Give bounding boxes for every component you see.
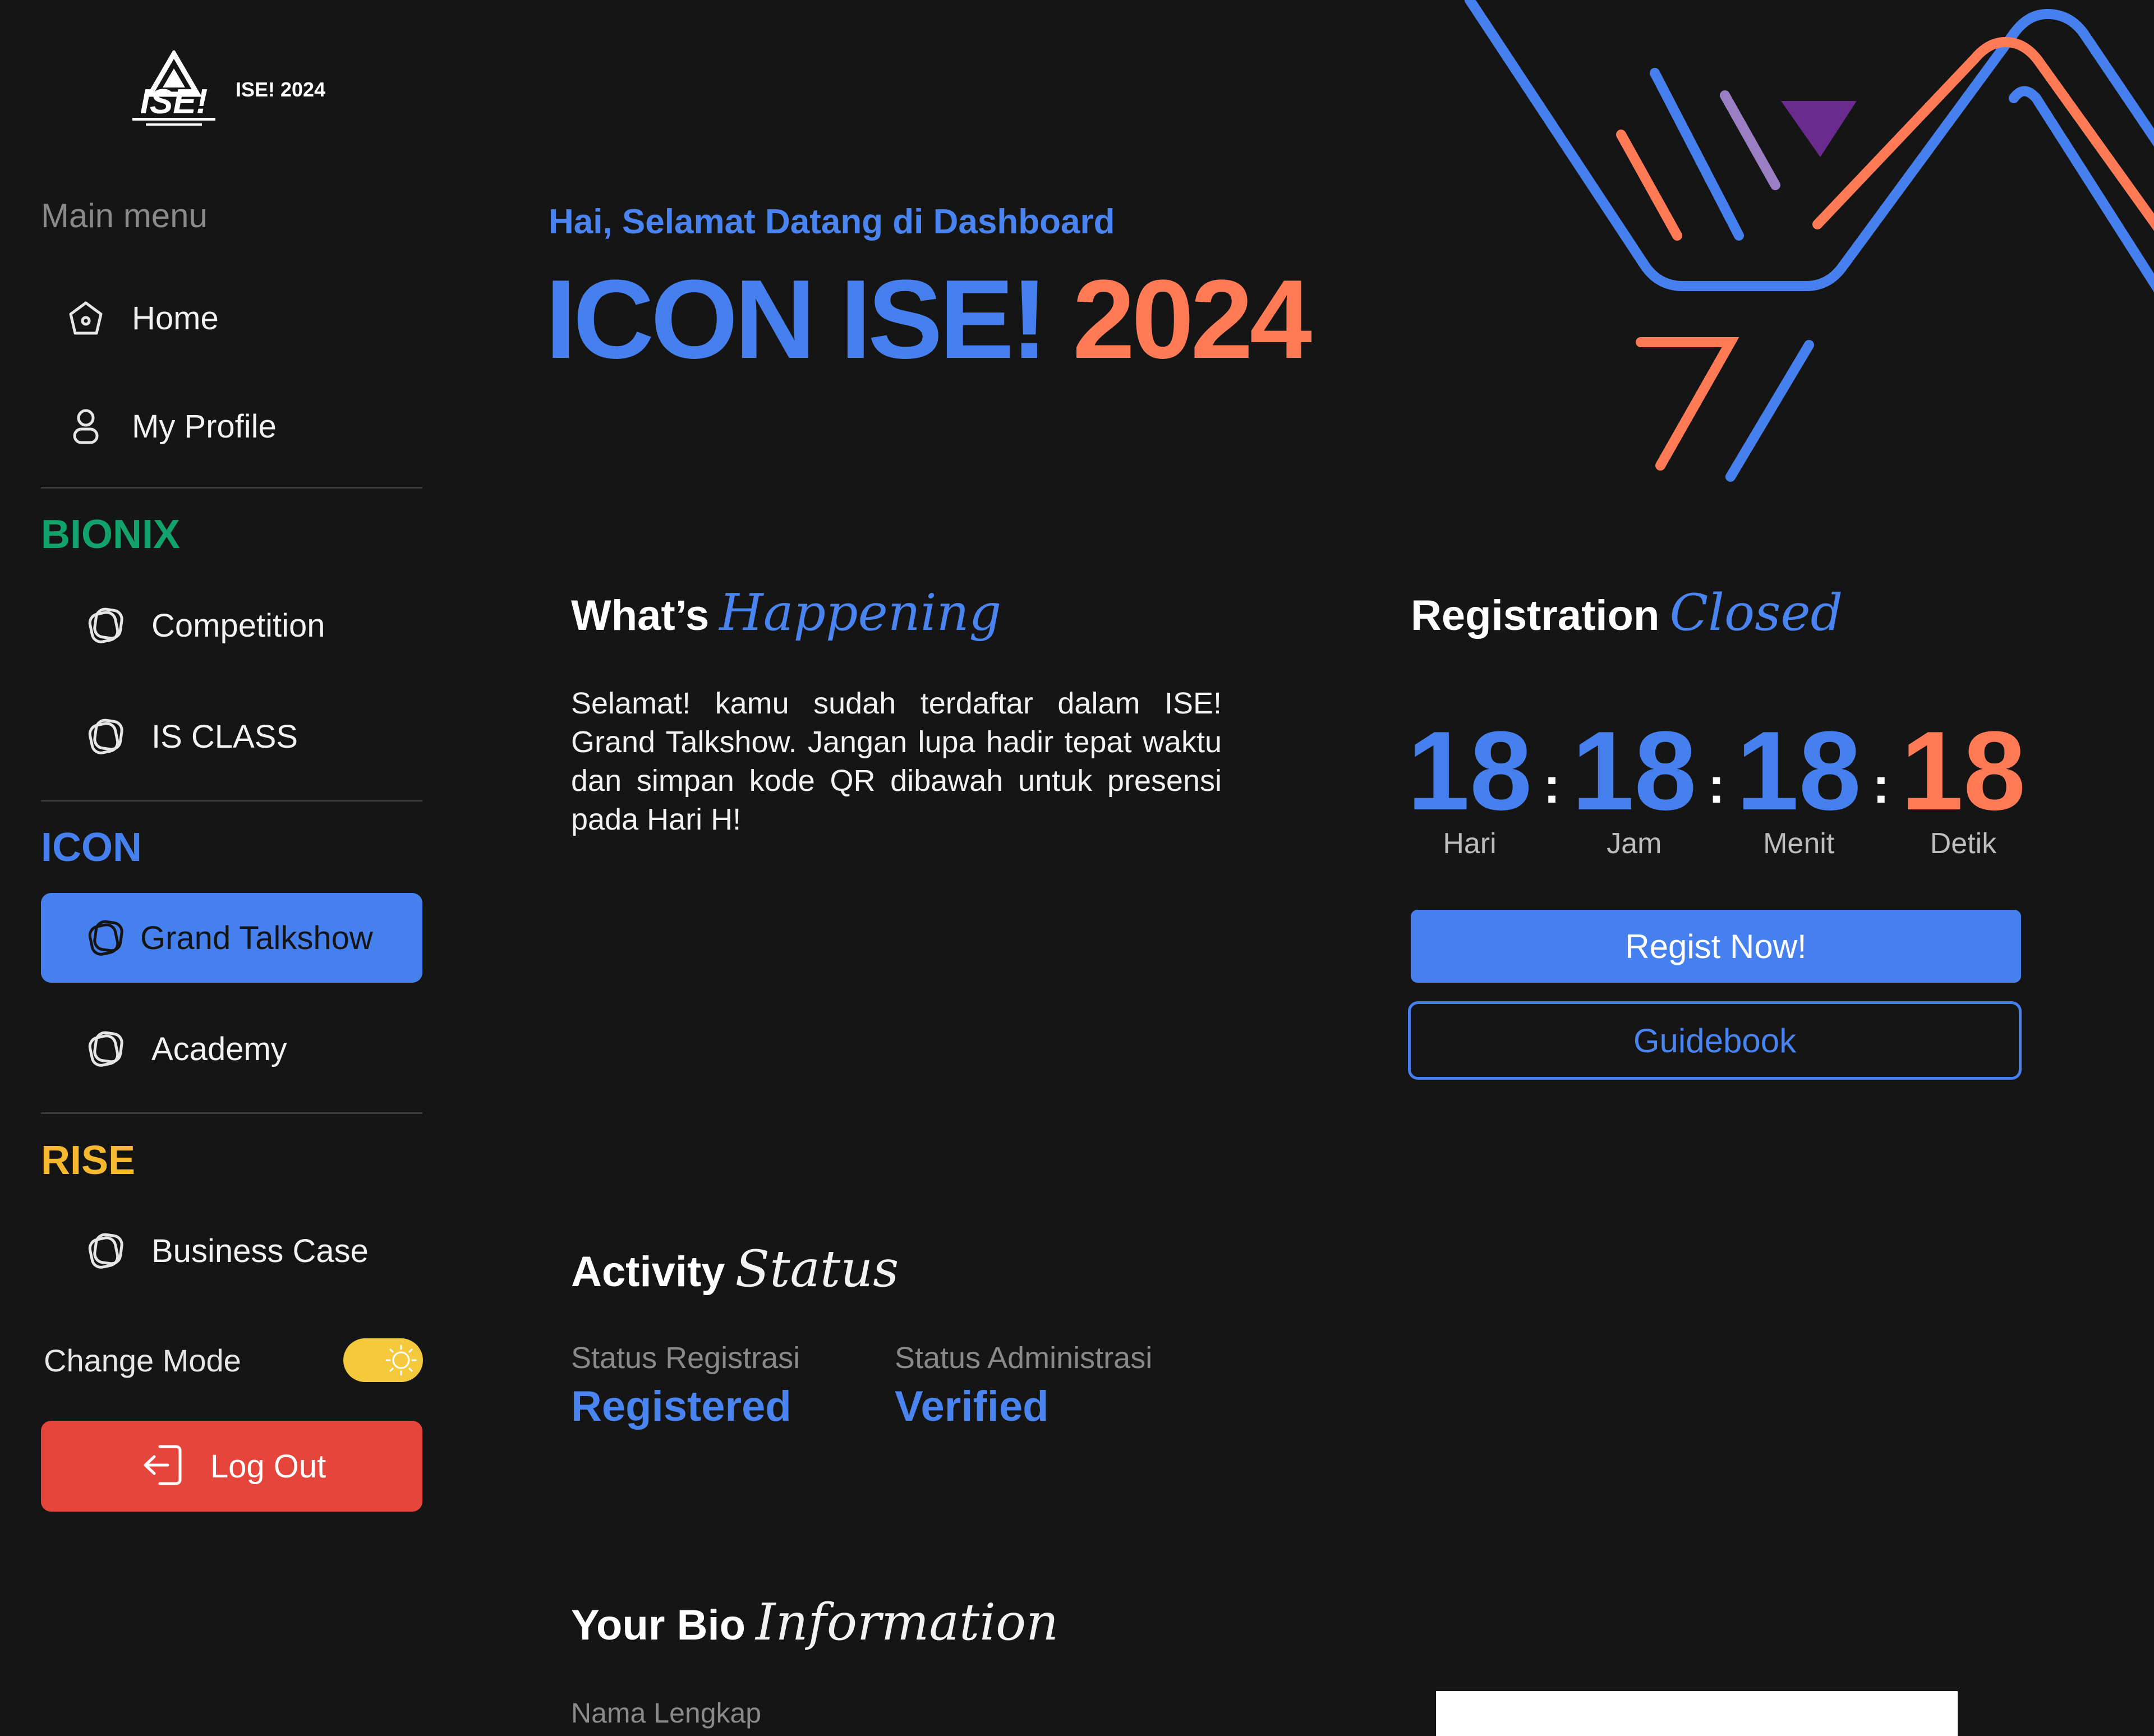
sun-icon (383, 1342, 420, 1379)
registration-heading-script: Closed (1669, 583, 1843, 642)
happening-description: Selamat! kamu sudah terdaftar dalam ISE!… (571, 687, 1222, 836)
countdown-seconds: 18 Detik (1901, 712, 2026, 860)
sidebar-divider (41, 800, 422, 802)
registration-heading: Registration Closed (1411, 583, 1843, 642)
registration-heading-plain: Registration (1411, 592, 1660, 639)
countdown-separator: : (1543, 758, 1561, 814)
bio-heading-script: Information (756, 1593, 1059, 1652)
countdown-hours: 18 Jam (1572, 708, 1697, 860)
group-title-rise: RISE (41, 1138, 136, 1183)
sidebar-divider (41, 1112, 422, 1114)
happening-heading-script: Happening (719, 583, 1002, 642)
sidebar-item-label: My Profile (132, 408, 277, 445)
app-logo[interactable]: ISE! ISE! 2024 (129, 49, 326, 129)
happening-heading-plain: What’s (571, 592, 710, 639)
sidebar-item-is-class[interactable]: IS CLASS (41, 692, 422, 781)
svg-text:ISE!: ISE! (140, 82, 208, 121)
group-title-icon: ICON (41, 825, 142, 870)
group-title-bionix: BIONIX (41, 512, 181, 557)
status-administrasi-label: Status Administrasi (895, 1341, 1153, 1375)
qr-code-card (1436, 1691, 1958, 1736)
sidebar-item-my-profile[interactable]: My Profile (41, 381, 422, 471)
regist-now-button[interactable]: Regist Now! (1411, 910, 2021, 983)
decorative-lines-graphic (1465, 0, 2154, 482)
sidebar-divider (41, 487, 422, 489)
sidebar-item-business-case[interactable]: Business Case (41, 1206, 422, 1296)
activity-heading: Activity Status (571, 1240, 899, 1298)
logout-button[interactable]: Log Out (41, 1421, 422, 1512)
page-title-main: ICON ISE! (545, 257, 1048, 382)
change-mode-row: Change Mode (44, 1335, 423, 1385)
cards-icon (83, 714, 128, 759)
sidebar-item-academy[interactable]: Academy (41, 1004, 422, 1094)
countdown-separator: : (1872, 758, 1890, 814)
logout-label: Log Out (210, 1448, 326, 1485)
countdown-label: Hari (1443, 827, 1497, 860)
sidebar-item-label: Business Case (151, 1232, 369, 1269)
change-mode-label: Change Mode (44, 1342, 241, 1378)
logo-text: ISE! 2024 (236, 78, 326, 101)
user-icon (63, 404, 108, 449)
countdown-value: 18 (1736, 708, 1861, 834)
countdown-value: 18 (1900, 708, 2026, 834)
page-title: ICON ISE! 2024 (545, 255, 1312, 384)
bio-heading: Your Bio Information (571, 1593, 1058, 1652)
theme-toggle[interactable] (343, 1338, 423, 1382)
page-title-year: 2024 (1073, 257, 1312, 382)
countdown-label: Detik (1930, 827, 1997, 860)
cards-icon (83, 1228, 128, 1273)
countdown-days: 18 Hari (1407, 712, 1532, 860)
countdown-value: 18 (1572, 708, 1697, 834)
logout-icon (137, 1440, 188, 1493)
activity-heading-script: Status (735, 1240, 899, 1298)
sidebar-item-home[interactable]: Home (41, 273, 422, 363)
countdown-minutes: 18 Menit (1736, 712, 1861, 860)
sidebar-item-label: Competition (151, 607, 325, 644)
countdown-timer: 18 Hari : 18 Jam : 18 Menit : 18 Detik (1407, 708, 2026, 869)
cards-icon (83, 1026, 128, 1071)
sidebar-item-grand-talkshow[interactable]: Grand Talkshow (41, 893, 422, 983)
status-administrasi: Status Administrasi Verified (895, 1341, 1152, 1431)
ise-logo-icon: ISE! (129, 49, 219, 129)
bio-field-label: Nama Lengkap (571, 1697, 762, 1729)
sidebar-item-label: Home (132, 300, 219, 337)
guidebook-button[interactable]: Guidebook (1408, 1001, 2022, 1080)
sidebar-item-label: Academy (151, 1030, 287, 1067)
countdown-label: Jam (1607, 827, 1662, 860)
sidebar-item-competition[interactable]: Competition (41, 581, 422, 670)
sidebar-item-label: Grand Talkshow (140, 919, 373, 956)
status-registrasi-label: Status Registrasi (571, 1341, 800, 1375)
countdown-separator: : (1708, 758, 1725, 814)
happening-heading: What’s Happening (571, 583, 1001, 642)
home-icon (63, 296, 108, 340)
status-administrasi-value: Verified (895, 1383, 1049, 1430)
countdown-value: 18 (1407, 708, 1532, 834)
status-registrasi-value: Registered (571, 1383, 791, 1430)
sidebar-item-label: IS CLASS (151, 718, 298, 755)
activity-heading-plain: Activity (571, 1248, 725, 1296)
status-registrasi: Status Registrasi Registered (571, 1341, 800, 1431)
sidebar: ISE! ISE! 2024 Main menu Home My Profile… (0, 0, 460, 1723)
cards-icon (83, 915, 128, 960)
bio-heading-plain: Your Bio (571, 1601, 746, 1649)
countdown-label: Menit (1763, 827, 1835, 860)
greeting-text: Hai, Selamat Datang di Dashboard (549, 202, 1115, 241)
cards-icon (83, 603, 128, 648)
main-menu-label: Main menu (41, 197, 208, 234)
